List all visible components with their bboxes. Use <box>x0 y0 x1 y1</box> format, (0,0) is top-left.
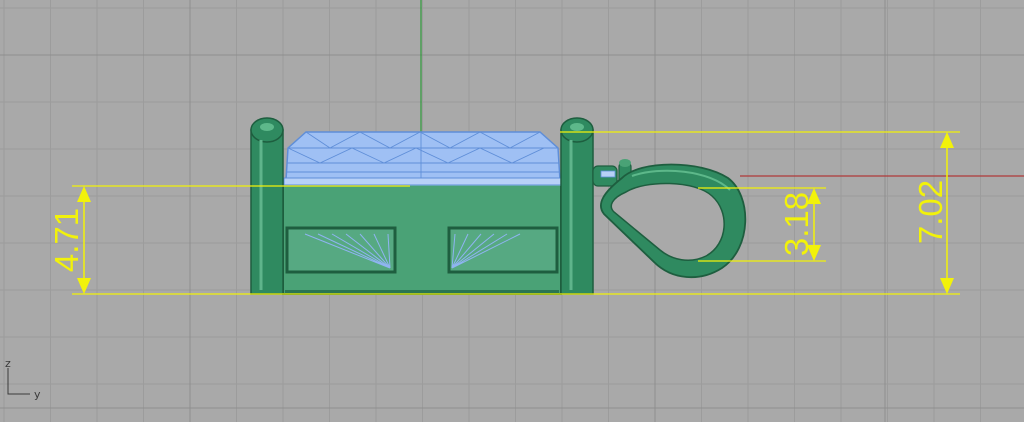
prong-right <box>560 117 594 295</box>
dimension-height-left-text: 4.71 <box>48 208 85 272</box>
dimension-bail-height-text: 3.18 <box>778 192 815 256</box>
gallery-window-left <box>285 226 397 274</box>
gallery-window-right <box>447 226 559 274</box>
dimension-total-height-text: 7.02 <box>912 180 949 244</box>
axis-gizmo-z-label: z <box>5 357 11 370</box>
gemstone-crown[interactable] <box>283 131 563 186</box>
rhino-front-viewport[interactable]: 4.71 3.18 7.02 z y <box>0 0 1024 422</box>
prong-left <box>250 117 284 295</box>
axis-gizmo-y-label: y <box>34 388 41 401</box>
